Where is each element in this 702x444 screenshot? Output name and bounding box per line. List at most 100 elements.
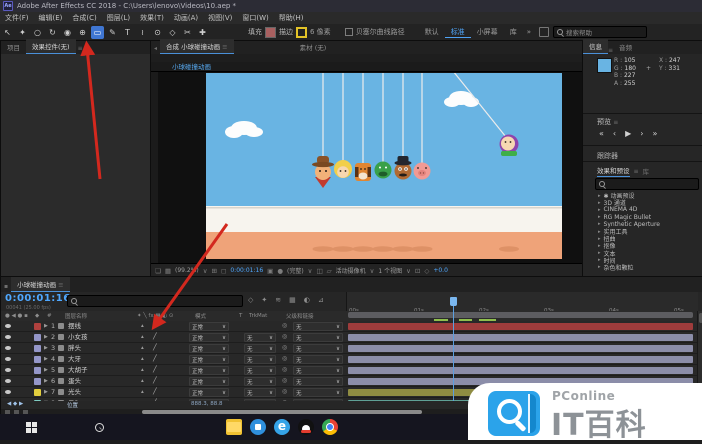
always-preview-icon[interactable]: ❏ (155, 267, 161, 275)
composition-canvas[interactable] (206, 73, 562, 259)
menu-item[interactable]: 文件(F) (0, 13, 34, 23)
col-trkmat[interactable]: TrkMat (249, 313, 267, 319)
visibility-toggle[interactable] (5, 379, 11, 383)
character-swinging-head[interactable] (500, 135, 519, 157)
panel-menu-icon[interactable]: ≡ (634, 168, 639, 175)
tab-effects-presets[interactable]: 效果和预设 (597, 165, 630, 177)
magnification-icon[interactable]: ▦ (165, 267, 171, 275)
current-timecode[interactable]: 0:00:01:16 (5, 293, 71, 304)
table-row[interactable]: ▶ 5 大胡子 ▴ ╱ 正常∨ 无∨ ◎ 无∨ (1, 365, 702, 376)
twirl-icon[interactable]: ▶ (44, 332, 48, 342)
transparency-grid-icon[interactable]: ▱ (327, 267, 332, 275)
last-frame-button[interactable]: » (652, 129, 657, 138)
visibility-toggle[interactable] (5, 357, 11, 361)
rectangle-tool[interactable]: ▭ (91, 26, 104, 39)
col-layer-name[interactable]: 图层名称 (65, 312, 87, 320)
camera-tool[interactable]: ◉ (61, 26, 74, 39)
tab-effect-controls[interactable]: 效果控件(无) (26, 39, 76, 54)
workspace-tab[interactable]: 默认 (419, 27, 445, 38)
channels-icon[interactable]: ● (277, 267, 283, 275)
workspace-tab[interactable]: 小屏幕 (471, 27, 504, 38)
shy-layers-icon[interactable]: ≋ (275, 296, 281, 304)
composition-mini-flowchart-icon[interactable]: ◇ (248, 296, 253, 304)
panel-menu-icon[interactable]: ≡ (58, 281, 63, 289)
stroke-label[interactable]: 描边 (279, 27, 293, 37)
pickwhip-icon[interactable]: ◎ (282, 388, 287, 395)
property-name[interactable]: 位置 (67, 401, 78, 409)
play-button[interactable]: ▶ (625, 129, 631, 138)
quality-switch[interactable]: ╱ (153, 332, 157, 342)
mode-select[interactable]: 正常∨ (189, 377, 229, 386)
frame-blending-icon[interactable]: ▦ (289, 296, 296, 304)
expand-icon[interactable]: ▸ (598, 207, 601, 213)
col-parent[interactable]: 父级和链接 (286, 312, 314, 320)
menu-item[interactable]: 编辑(E) (34, 13, 68, 23)
mask-icon[interactable]: ◻ (221, 267, 226, 275)
trkmat-select[interactable]: 无∨ (244, 344, 276, 353)
expand-icon[interactable]: ▸ (598, 221, 601, 227)
hand-tool[interactable]: ✦ (16, 26, 29, 39)
fill-swatch[interactable] (265, 27, 276, 38)
edge-icon[interactable]: e (274, 419, 290, 435)
quality-switch[interactable]: ╱ (153, 387, 157, 397)
view-layout-select[interactable]: 1 个视图 (378, 266, 402, 275)
character-pig-head[interactable] (414, 163, 431, 180)
col-mode[interactable]: 模式 (195, 312, 206, 320)
quality-switch[interactable]: ╱ (153, 354, 157, 364)
visibility-toggle[interactable] (5, 324, 11, 328)
collapse-switch[interactable]: ▴ (141, 365, 144, 375)
tab-info[interactable]: 信息 (583, 39, 608, 54)
fill-label[interactable]: 填充 (248, 27, 262, 37)
quality-switch[interactable]: ╱ (153, 376, 157, 386)
grid-icon[interactable]: ⊞ (212, 267, 217, 275)
collapse-switch[interactable]: ▴ (141, 343, 144, 353)
layer-duration-bar[interactable] (348, 367, 693, 374)
twirl-icon[interactable]: ▶ (44, 365, 48, 375)
next-frame-button[interactable]: › (640, 129, 643, 138)
character-green-head[interactable] (375, 162, 392, 179)
rotation-tool[interactable]: ↻ (46, 26, 59, 39)
workspace-overflow-icon[interactable]: » (523, 28, 535, 36)
trkmat-select[interactable]: 无∨ (244, 388, 276, 397)
draft-3d-icon[interactable]: ✦ (261, 296, 267, 304)
table-row[interactable]: ▶ 4 大牙 ▴ ╱ 正常∨ 无∨ ◎ 无∨ (1, 354, 702, 365)
layer-duration-bar[interactable] (348, 323, 693, 330)
expand-icon[interactable]: ▸ (598, 250, 601, 256)
pickwhip-icon[interactable]: ◎ (282, 377, 287, 384)
layer-duration-bar[interactable] (348, 334, 693, 341)
parent-select[interactable]: 无∨ (293, 333, 343, 342)
effects-category[interactable]: ▸ CINEMA 4D (595, 206, 699, 213)
previous-frame-button[interactable]: ‹ (613, 129, 616, 138)
parent-select[interactable]: 无∨ (293, 377, 343, 386)
layer-name[interactable]: 大牙 (68, 354, 81, 364)
character-orange-dog-head[interactable] (355, 163, 371, 181)
mode-select[interactable]: 正常∨ (189, 344, 229, 353)
layer-name[interactable]: 小女孩 (68, 332, 88, 342)
stroke-swatch[interactable] (296, 27, 307, 38)
layer-duration-bar[interactable] (348, 345, 693, 352)
tab-composition[interactable]: 合成 小球碰撞动画 ≡ (160, 39, 234, 54)
timeline-tab[interactable]: 小球碰撞动画 ≡ (11, 277, 70, 292)
layer-name[interactable]: 胖头 (68, 343, 81, 353)
layer-label-color[interactable] (34, 389, 41, 396)
expand-icon[interactable]: ▸ (598, 264, 601, 270)
taskbar-search-icon[interactable] (95, 423, 104, 432)
panel-menu-icon[interactable]: ≡ (222, 43, 227, 51)
media-app-icon[interactable] (250, 419, 266, 435)
time-ruler[interactable]: 00s01s02s03s04s05s (346, 292, 698, 311)
effects-search-input[interactable] (595, 178, 699, 190)
menu-item[interactable]: 效果(T) (135, 13, 169, 23)
expand-icon[interactable]: ▸ (598, 257, 601, 263)
back-icon[interactable]: ◂ (151, 43, 160, 54)
table-row[interactable]: ▶ 2 小女孩 ▴ ╱ 正常∨ 无∨ ◎ 无∨ (1, 332, 702, 343)
qq-icon[interactable] (298, 419, 314, 435)
mode-select[interactable]: 正常∨ (189, 322, 229, 331)
pixel-aspect-icon[interactable]: ⊡ (415, 267, 420, 275)
clone-stamp-tool[interactable]: ⊙ (151, 26, 164, 39)
parent-select[interactable]: 无∨ (293, 344, 343, 353)
layer-label-color[interactable] (34, 345, 41, 352)
menu-item[interactable]: 合成(C) (67, 13, 101, 23)
trkmat-select[interactable]: 无∨ (244, 355, 276, 364)
preview-panel-title[interactable]: 预览 ≡ (597, 117, 618, 127)
workspace-tab[interactable]: 库 (504, 27, 523, 38)
